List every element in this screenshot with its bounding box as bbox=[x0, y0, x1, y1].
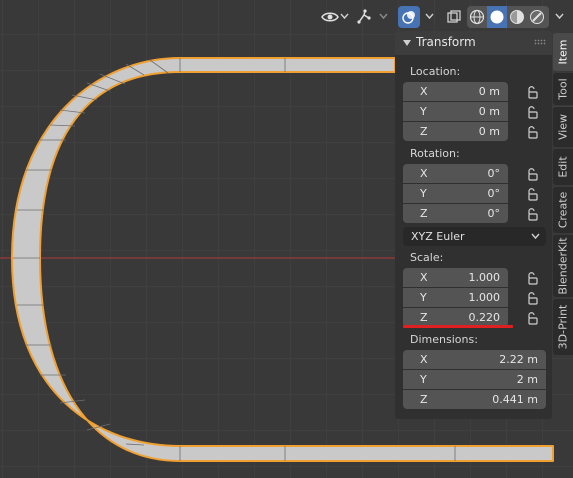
dimensions-y-field[interactable]: Y 2 m bbox=[403, 370, 546, 389]
dimensions-z-field[interactable]: Z 0.441 m bbox=[403, 390, 546, 409]
lock-icon[interactable] bbox=[525, 105, 539, 119]
field-value: 2 m bbox=[516, 373, 538, 386]
tab-label: View bbox=[556, 113, 570, 141]
tab-label: Edit bbox=[556, 156, 570, 178]
wireframe-shading-button[interactable] bbox=[467, 6, 487, 28]
location-y-field[interactable]: Y 0 m bbox=[403, 102, 508, 121]
gizmo-toggle-button[interactable] bbox=[352, 6, 376, 28]
lock-icon[interactable] bbox=[525, 271, 539, 285]
rotation-mode-value: XYZ Euler bbox=[411, 230, 465, 243]
dimensions-label: Dimensions: bbox=[410, 333, 478, 346]
location-label: Location: bbox=[410, 65, 461, 78]
highlight-underline bbox=[403, 325, 513, 328]
field-value: 0 m bbox=[478, 105, 500, 118]
transform-panel-header[interactable]: Transform bbox=[395, 31, 552, 55]
overlay-toggle-button[interactable] bbox=[398, 6, 420, 28]
rotation-x-field[interactable]: X 0° bbox=[403, 164, 508, 183]
tab-label: BlenderKit bbox=[556, 237, 570, 295]
tab-edit[interactable]: Edit bbox=[553, 149, 573, 185]
axis-label: Z bbox=[420, 311, 428, 324]
field-value: 1.000 bbox=[468, 291, 501, 304]
panel-title: Transform bbox=[416, 35, 476, 49]
chevron-down-icon[interactable] bbox=[555, 12, 564, 20]
tab-tool[interactable]: Tool bbox=[553, 73, 573, 105]
shading-mode-group bbox=[467, 6, 549, 28]
tab-view[interactable]: View bbox=[553, 107, 573, 147]
tab-label: Tool bbox=[556, 78, 570, 100]
lock-icon[interactable] bbox=[525, 125, 539, 139]
gizmo-icon bbox=[357, 9, 371, 24]
rotation-y-field[interactable]: Y 0° bbox=[403, 184, 508, 203]
lock-icon[interactable] bbox=[525, 85, 539, 99]
axis-label: Y bbox=[420, 187, 427, 200]
xray-icon bbox=[447, 10, 461, 23]
tab-3d-print[interactable]: 3D-Print bbox=[553, 299, 573, 355]
xray-toggle-button[interactable] bbox=[443, 6, 465, 28]
axis-label: Y bbox=[420, 105, 427, 118]
location-z-field[interactable]: Z 0 m bbox=[403, 122, 508, 141]
scale-y-field[interactable]: Y 1.000 bbox=[403, 288, 508, 307]
axis-label: Z bbox=[420, 207, 428, 220]
material-shading-icon bbox=[510, 10, 524, 24]
lock-icon[interactable] bbox=[525, 291, 539, 305]
chevron-down-icon bbox=[531, 233, 540, 240]
lock-icon[interactable] bbox=[525, 311, 539, 325]
field-value: 2.22 m bbox=[499, 353, 538, 366]
axis-label: X bbox=[420, 85, 428, 98]
axis-label: X bbox=[420, 271, 428, 284]
scale-x-field[interactable]: X 1.000 bbox=[403, 268, 508, 287]
chevron-down-icon[interactable] bbox=[340, 12, 349, 20]
overlay-icon bbox=[402, 11, 415, 24]
lock-icon[interactable] bbox=[525, 207, 539, 221]
axis-label: X bbox=[420, 353, 428, 366]
field-value: 1.000 bbox=[468, 271, 501, 284]
axis-label: Y bbox=[420, 373, 427, 386]
tab-blenderkit[interactable]: BlenderKit bbox=[553, 235, 573, 297]
sidebar-n-panel: Transform Location: X 0 m Y 0 m Z 0 m Rotat… bbox=[395, 31, 552, 419]
tab-create[interactable]: Create bbox=[553, 187, 573, 233]
collapse-triangle-icon bbox=[403, 40, 411, 46]
scale-label: Scale: bbox=[410, 251, 444, 264]
location-x-field[interactable]: X 0 m bbox=[403, 82, 508, 101]
drag-grip-icon[interactable] bbox=[534, 39, 546, 45]
wireframe-shading-icon bbox=[469, 9, 485, 25]
tab-label: 3D-Print bbox=[556, 304, 570, 350]
field-value: 0.220 bbox=[468, 311, 501, 324]
material-shading-button[interactable] bbox=[507, 6, 527, 28]
dimensions-x-field[interactable]: X 2.22 m bbox=[403, 350, 546, 369]
field-value: 0° bbox=[487, 207, 501, 220]
field-value: 0 m bbox=[478, 125, 500, 138]
field-value: 0.441 m bbox=[492, 393, 538, 406]
rotation-z-field[interactable]: Z 0° bbox=[403, 204, 508, 223]
axis-label: Z bbox=[420, 125, 428, 138]
tab-item[interactable]: Item bbox=[553, 33, 573, 71]
field-value: 0° bbox=[487, 167, 501, 180]
axis-label: X bbox=[420, 167, 428, 180]
solid-shading-button[interactable] bbox=[487, 6, 507, 28]
solid-shading-icon bbox=[490, 10, 504, 24]
rotation-mode-dropdown[interactable]: XYZ Euler bbox=[403, 227, 546, 246]
tab-label: Item bbox=[556, 39, 570, 65]
chevron-down-icon[interactable] bbox=[379, 12, 388, 20]
rendered-shading-button[interactable] bbox=[527, 6, 547, 28]
axis-label: Z bbox=[420, 393, 428, 406]
visibility-button[interactable] bbox=[318, 6, 342, 28]
tab-label: Create bbox=[556, 191, 570, 229]
field-value: 0° bbox=[487, 187, 501, 200]
rotation-label: Rotation: bbox=[410, 147, 460, 160]
visibility-eye-icon bbox=[321, 12, 339, 22]
sidebar-tabs: Item Tool View Edit Create BlenderKit 3D… bbox=[553, 31, 573, 361]
field-value: 0 m bbox=[478, 85, 500, 98]
chevron-down-icon[interactable] bbox=[425, 12, 434, 20]
lock-icon[interactable] bbox=[525, 187, 539, 201]
axis-label: Y bbox=[420, 291, 427, 304]
rendered-shading-icon bbox=[530, 10, 544, 24]
lock-icon[interactable] bbox=[525, 167, 539, 181]
